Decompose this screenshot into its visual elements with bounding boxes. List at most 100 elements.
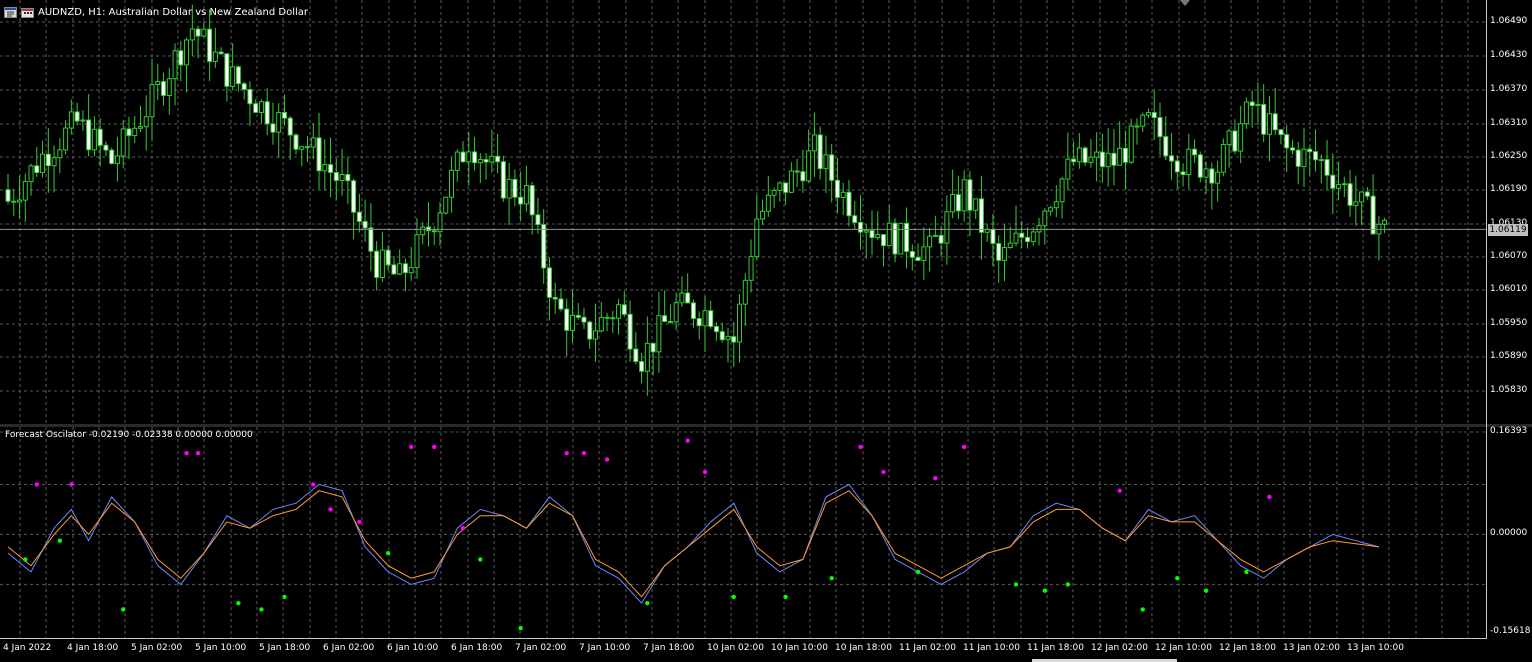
time-label: 5 Jan 10:00: [195, 643, 247, 653]
candle-bull: [1255, 103, 1261, 107]
candle-bull: [1215, 171, 1221, 184]
time-label: 6 Jan 18:00: [451, 643, 503, 653]
chart-shift-marker[interactable]: [1180, 0, 1190, 6]
candle-bull: [754, 218, 760, 258]
candle-bull: [1076, 147, 1082, 163]
candle-bear: [500, 161, 506, 199]
candle-bull: [454, 151, 460, 171]
candle-bull: [310, 137, 316, 148]
candle-bear: [869, 230, 875, 239]
candle-bull: [823, 154, 829, 170]
candle-bull: [443, 196, 449, 214]
candle-bull: [397, 263, 403, 275]
calendar-icon[interactable]: [21, 7, 34, 18]
chart-window-icon[interactable]: [4, 6, 17, 18]
candle-bull: [339, 173, 345, 181]
candle-bull: [40, 153, 46, 174]
candle-bear: [978, 198, 984, 233]
candle-bear: [633, 348, 639, 363]
signal-dot-low: [1013, 582, 1019, 587]
signal-dot-high: [195, 450, 201, 456]
candle-bear: [374, 250, 380, 278]
candle-bear: [1111, 152, 1117, 166]
metatrader-chart-window[interactable]: AUDNZD, H1: Australian Dollar vs New Zea…: [0, 0, 1532, 662]
price-label: 1.06430: [1490, 50, 1528, 60]
candle-bear: [264, 101, 270, 125]
candle-bear: [270, 123, 276, 133]
candle-bear: [195, 28, 201, 37]
candle-bear: [45, 153, 51, 167]
candle-bear: [483, 159, 489, 163]
candle-bull: [1382, 219, 1388, 225]
time-label: 4 Jan 18:00: [67, 643, 119, 653]
time-label: 11 Jan 02:00: [899, 643, 956, 653]
time-label: 7 Jan 02:00: [515, 643, 567, 653]
candle-bear: [495, 155, 501, 163]
candle-bull: [656, 315, 662, 353]
candle-bear: [719, 331, 725, 341]
candle-bear: [529, 185, 535, 216]
candle-bull: [506, 178, 512, 199]
candle-bear: [892, 222, 898, 255]
candle-bull: [1030, 231, 1036, 243]
time-label: 13 Jan 02:00: [1283, 643, 1340, 653]
candle-bull: [598, 316, 604, 332]
candle-bull: [172, 50, 178, 80]
candle-bull: [155, 81, 161, 86]
signal-dot-low: [915, 569, 921, 575]
candle-bear: [109, 149, 115, 164]
candle-bull: [437, 212, 443, 233]
candle-bull: [1243, 101, 1249, 125]
candle-bull: [22, 181, 28, 201]
candle-bear: [1370, 195, 1376, 235]
candle-bull: [132, 127, 138, 137]
signal-dot-high: [460, 525, 466, 531]
chart-title: AUDNZD, H1: Australian Dollar vs New Zea…: [38, 6, 309, 18]
candle-bear: [1134, 125, 1140, 128]
candle-bear: [368, 227, 374, 252]
candle-bull: [57, 149, 63, 159]
chart-header: AUDNZD, H1: Australian Dollar vs New Zea…: [4, 5, 308, 19]
candle-bear: [708, 310, 714, 328]
candle-bear: [996, 242, 1002, 261]
candle-bear: [241, 83, 247, 90]
price-label: 1.06310: [1490, 118, 1528, 128]
candle-bull: [414, 234, 420, 269]
forecast-oscillator-pane[interactable]: [0, 427, 1486, 638]
candle-bear: [1261, 103, 1267, 135]
candle-bear: [990, 228, 996, 244]
candle-bull: [1203, 168, 1209, 178]
candle-bull: [143, 116, 149, 128]
price-chart-pane[interactable]: [0, 0, 1486, 424]
oscillator-label: 0.16393: [1490, 426, 1528, 436]
candle-bear: [731, 336, 737, 343]
candle-bear: [604, 316, 610, 319]
signal-dot-high: [184, 450, 189, 456]
candle-bear: [938, 234, 944, 244]
candle-bull: [725, 336, 731, 341]
signal-dot-high: [564, 450, 569, 456]
candle-bull: [63, 127, 69, 151]
candle-bull: [114, 155, 120, 164]
candle-bull: [840, 191, 846, 198]
candle-bear: [783, 182, 789, 193]
candle-bear: [512, 178, 518, 198]
candle-bear: [472, 151, 478, 164]
candle-bull: [489, 155, 495, 163]
candle-bear: [1174, 160, 1180, 173]
candle-bear: [558, 298, 564, 310]
signal-dot-high: [858, 444, 863, 450]
candle-bear: [34, 165, 40, 174]
candle-bull: [1059, 178, 1065, 203]
candle-bull: [777, 182, 783, 191]
candle-bear: [627, 313, 633, 350]
candle-bear: [235, 66, 241, 85]
candle-bull: [1065, 158, 1071, 180]
current-price-tag: 1.06119: [1488, 224, 1528, 236]
candle-bear: [662, 315, 668, 323]
candle-bear: [546, 267, 552, 298]
time-label: 7 Jan 10:00: [579, 643, 631, 653]
time-label: 12 Jan 18:00: [1219, 643, 1276, 653]
candle-bear: [1295, 149, 1301, 167]
candle-bull: [1128, 125, 1134, 163]
